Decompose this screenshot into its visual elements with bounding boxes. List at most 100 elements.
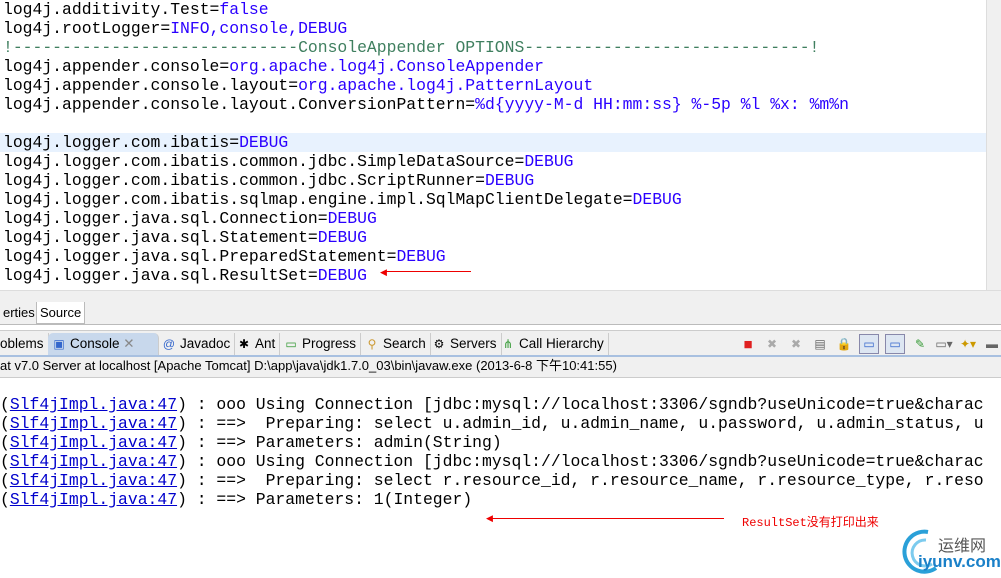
property-key: log4j.additivity.Test=	[3, 0, 220, 19]
hierarchy-icon: ⋔	[502, 337, 514, 351]
tab-javadoc[interactable]: @ Javadoc	[158, 333, 236, 355]
new-console-icon[interactable]: ✦▾	[959, 335, 977, 353]
tab-progress[interactable]: ▭ Progress	[280, 333, 362, 355]
tab-label: Call Hierarchy	[519, 336, 604, 351]
tab-search[interactable]: ⚲ Search	[361, 333, 431, 355]
editor-tabs: erties Source	[0, 302, 1001, 325]
display-console-icon[interactable]: ▭▾	[935, 335, 953, 353]
tab-label: oblems	[0, 336, 44, 351]
arrowhead-icon: ◀	[380, 267, 387, 277]
terminate-icon[interactable]: ■	[739, 335, 757, 353]
log-text: : ==> Parameters: 1(Integer)	[186, 490, 473, 509]
console-line: (Slf4jImpl.java:47) : ooo Using Connecti…	[0, 452, 984, 471]
property-value: %d{yyyy-M-d HH:mm:ss} %-5p %l %x: %m%n	[475, 95, 849, 114]
servers-icon: ⚙	[433, 337, 445, 351]
editor-line: log4j.appender.console=org.apache.log4j.…	[3, 57, 544, 76]
property-key: log4j.logger.com.ibatis.common.jdbc.Scri…	[3, 171, 485, 190]
arrowhead-icon: ◀	[486, 513, 493, 523]
vertical-scrollbar[interactable]	[986, 0, 1001, 290]
watermark-en: iyunv.com	[918, 552, 1001, 571]
console-icon: ▣	[53, 337, 65, 351]
property-key: log4j.logger.com.ibatis.common.jdbc.Simp…	[3, 152, 525, 171]
tab-label: Servers	[450, 336, 497, 351]
property-value: DEBUG	[524, 152, 574, 171]
tab-properties[interactable]: erties	[0, 302, 38, 323]
show-on-stderr-icon[interactable]: ▭	[885, 334, 905, 354]
editor-line: log4j.logger.com.ibatis.common.jdbc.Simp…	[3, 152, 574, 171]
editor-line: !-----------------------------ConsoleApp…	[3, 38, 819, 57]
editor-line: log4j.logger.java.sql.Connection=DEBUG	[3, 209, 377, 228]
ant-icon: ✱	[238, 337, 250, 351]
property-value: DEBUG	[632, 190, 682, 209]
property-value: DEBUG	[327, 209, 377, 228]
editor-line: log4j.appender.console.layout.Conversion…	[3, 95, 849, 114]
show-on-stdout-icon[interactable]: ▭	[859, 334, 879, 354]
log-text: : ==> Preparing: select u.admin_id, u.ad…	[186, 414, 984, 433]
tab-ant[interactable]: ✱ Ant	[233, 333, 281, 355]
console-line: (Slf4jImpl.java:47) : ==> Parameters: ad…	[0, 433, 502, 452]
source-link[interactable]: Slf4jImpl.java:47	[10, 395, 177, 414]
close-icon[interactable]: ✕	[123, 336, 134, 351]
source-link[interactable]: Slf4jImpl.java:47	[10, 433, 177, 452]
editor-line: log4j.rootLogger=INFO,console,DEBUG	[3, 19, 347, 38]
editor-line: log4j.logger.java.sql.ResultSet=DEBUG	[3, 266, 367, 285]
property-key: log4j.logger.java.sql.ResultSet=	[3, 266, 318, 285]
remove-all-icon[interactable]: ✖	[787, 335, 805, 353]
console-line: (Slf4jImpl.java:47) : ooo Using Connecti…	[0, 395, 984, 414]
view-tabs: oblems ▣ Console ✕ @ Javadoc ✱ Ant ▭ Progres…	[0, 330, 1001, 358]
property-key: log4j.logger.java.sql.Connection=	[3, 209, 328, 228]
property-key: log4j.appender.console.layout.Conversion…	[3, 95, 476, 114]
console-toolbar: ■ ✖ ✖ ▤ 🔒 ▭ ▭ ✎ ▭▾ ✦▾ ▬	[739, 333, 1001, 355]
tab-source[interactable]: Source	[36, 302, 86, 324]
source-link[interactable]: Slf4jImpl.java:47	[10, 452, 177, 471]
source-link[interactable]: Slf4jImpl.java:47	[10, 471, 177, 490]
property-key: log4j.logger.java.sql.PreparedStatement=	[3, 247, 397, 266]
minimize-icon[interactable]: ▬	[983, 335, 1001, 353]
console-line: (Slf4jImpl.java:47) : ==> Preparing: sel…	[0, 471, 984, 490]
property-value: DEBUG	[239, 133, 289, 152]
annotation-note: ResultSet没有打印出来	[742, 516, 879, 530]
editor-line: log4j.logger.com.ibatis=DEBUG	[3, 133, 288, 152]
tab-servers[interactable]: ⚙ Servers	[428, 333, 502, 355]
tab-label: Console	[70, 336, 120, 351]
property-key: log4j.appender.console=	[3, 57, 230, 76]
editor-line: log4j.additivity.Test=false	[3, 0, 269, 19]
remove-launch-icon[interactable]: ✖	[763, 335, 781, 353]
property-value: DEBUG	[317, 266, 367, 285]
property-key: log4j.appender.console.layout=	[3, 76, 299, 95]
property-key: log4j.rootLogger=	[3, 19, 171, 38]
property-value: DEBUG	[484, 171, 535, 190]
at-icon: @	[162, 337, 176, 351]
editor-line: log4j.logger.java.sql.Statement=DEBUG	[3, 228, 367, 247]
red-arrow-console	[492, 518, 724, 519]
source-link[interactable]: Slf4jImpl.java:47	[10, 490, 177, 509]
editor-line: log4j.logger.java.sql.PreparedStatement=…	[3, 247, 446, 266]
property-key: log4j.logger.com.ibatis=	[3, 133, 240, 152]
property-value: org.apache.log4j.PatternLayout	[298, 76, 594, 95]
log-text: : ==> Parameters: admin(String)	[186, 433, 502, 452]
progress-icon: ▭	[285, 337, 297, 351]
tab-call-hierarchy[interactable]: ⋔ Call Hierarchy	[497, 333, 609, 355]
property-value: org.apache.log4j.ConsoleAppender	[229, 57, 544, 76]
property-key: log4j.logger.java.sql.Statement=	[3, 228, 318, 247]
source-link[interactable]: Slf4jImpl.java:47	[10, 414, 177, 433]
clear-console-icon[interactable]: ▤	[811, 335, 829, 353]
scroll-lock-icon[interactable]: 🔒	[835, 335, 853, 353]
comment: !-----------------------------ConsoleApp…	[3, 38, 820, 57]
watermark-logo: 运维网 iyunv.com	[898, 528, 1001, 576]
log-text: : ==> Preparing: select r.resource_id, r…	[186, 471, 984, 490]
property-value: INFO,console,DEBUG	[170, 19, 348, 38]
editor-line: log4j.appender.console.layout=org.apache…	[3, 76, 593, 95]
tab-console[interactable]: ▣ Console ✕	[48, 333, 159, 355]
log-text: : ooo Using Connection [jdbc:mysql://loc…	[186, 395, 984, 414]
red-arrow-editor	[385, 271, 471, 272]
properties-editor[interactable]: log4j.additivity.Test=false log4j.rootLog…	[0, 0, 986, 290]
property-value: false	[219, 0, 269, 19]
tab-label: Javadoc	[180, 336, 231, 351]
tab-label: Progress	[302, 336, 357, 351]
console-output[interactable]: (Slf4jImpl.java:47) : ooo Using Connecti…	[0, 378, 998, 578]
log-text: : ooo Using Connection [jdbc:mysql://loc…	[186, 452, 984, 471]
console-line: (Slf4jImpl.java:47) : ==> Preparing: sel…	[0, 414, 984, 433]
tab-problems[interactable]: oblems	[0, 333, 49, 355]
pin-console-icon[interactable]: ✎	[911, 335, 929, 353]
